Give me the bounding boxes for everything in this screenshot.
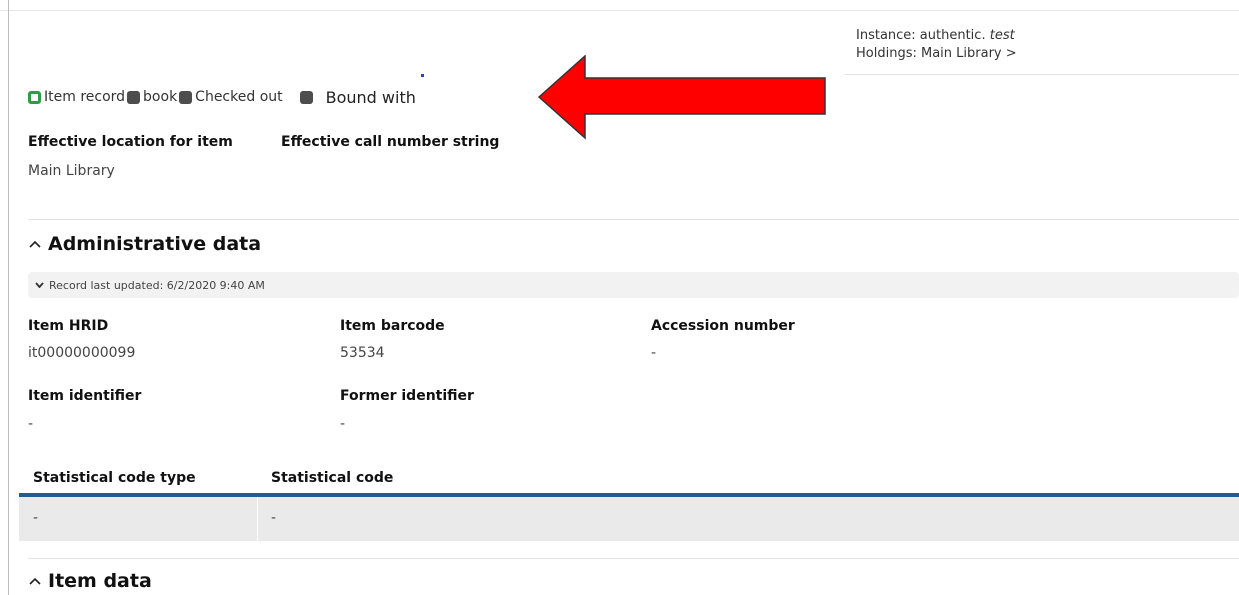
item-barcode-value: 53534 xyxy=(340,345,385,361)
pane-header-info: Instance: authentic. test Holdings: Main… xyxy=(856,27,1017,63)
record-last-updated-toggle[interactable]: Record last updated: 6/2/2020 9:40 AM xyxy=(28,272,1239,298)
effective-location-value: Main Library xyxy=(28,163,115,179)
column-separator xyxy=(257,497,258,541)
dark-square-icon xyxy=(299,90,313,104)
section-divider xyxy=(28,219,1239,220)
item-identifier-label: Item identifier xyxy=(28,388,142,404)
administrative-data-header[interactable]: Administrative data xyxy=(29,233,261,255)
header-divider xyxy=(845,74,1239,75)
tag-checked-out-label: Checked out xyxy=(195,89,283,105)
tag-item-record-label: Item record xyxy=(44,89,126,105)
item-status-tags: Item record book Checked out Bound with xyxy=(28,87,418,107)
dark-square-icon xyxy=(179,90,193,104)
administrative-data-title: Administrative data xyxy=(48,233,262,255)
accession-number-label: Accession number xyxy=(651,318,795,334)
tag-bound-with-label: Bound with xyxy=(325,87,416,107)
instance-label: Instance: authentic. xyxy=(856,28,990,43)
tag-bound-with: Bound with xyxy=(299,87,418,107)
tag-item-record: Item record xyxy=(28,89,127,105)
record-last-updated-text: Record last updated: 6/2/2020 9:40 AM xyxy=(49,278,265,292)
pane-left-border xyxy=(8,0,9,595)
instance-title: test xyxy=(989,28,1015,43)
item-hrid-value: it00000000099 xyxy=(28,345,136,361)
item-data-title: Item data xyxy=(48,570,152,592)
top-border xyxy=(0,0,1239,11)
tag-status: Checked out xyxy=(179,89,284,105)
item-hrid-label: Item HRID xyxy=(28,318,109,334)
focus-marker xyxy=(421,74,424,77)
item-barcode-label: Item barcode xyxy=(340,318,445,334)
accession-number-value: - xyxy=(651,345,657,361)
column-header-statistical-code[interactable]: Statistical code xyxy=(271,470,393,486)
caret-up-icon xyxy=(29,240,41,248)
statistical-codes-table-header: Statistical code type Statistical code xyxy=(19,467,1239,493)
tag-book-label: book xyxy=(143,89,178,105)
tag-material-type: book xyxy=(127,89,179,105)
green-square-icon xyxy=(28,90,41,104)
item-identifier-value: - xyxy=(28,416,34,432)
statistical-code-type-cell: - xyxy=(33,510,39,526)
table-row[interactable]: - - xyxy=(19,497,1239,541)
instance-line[interactable]: Instance: authentic. test xyxy=(856,27,1017,45)
effective-location-label: Effective location for item xyxy=(28,134,233,150)
item-data-header[interactable]: Item data xyxy=(29,570,152,592)
chevron-down-icon xyxy=(35,282,44,288)
statistical-code-cell: - xyxy=(271,510,277,526)
former-identifier-value: - xyxy=(340,416,346,432)
column-header-statistical-code-type[interactable]: Statistical code type xyxy=(33,470,196,486)
red-arrow-annotation xyxy=(537,55,826,140)
holdings-line[interactable]: Holdings: Main Library > xyxy=(856,45,1017,63)
section-divider xyxy=(28,558,1239,559)
dark-square-icon xyxy=(127,90,141,104)
call-number-label: Effective call number string xyxy=(281,134,500,150)
caret-up-icon xyxy=(29,577,41,585)
former-identifier-label: Former identifier xyxy=(340,388,474,404)
